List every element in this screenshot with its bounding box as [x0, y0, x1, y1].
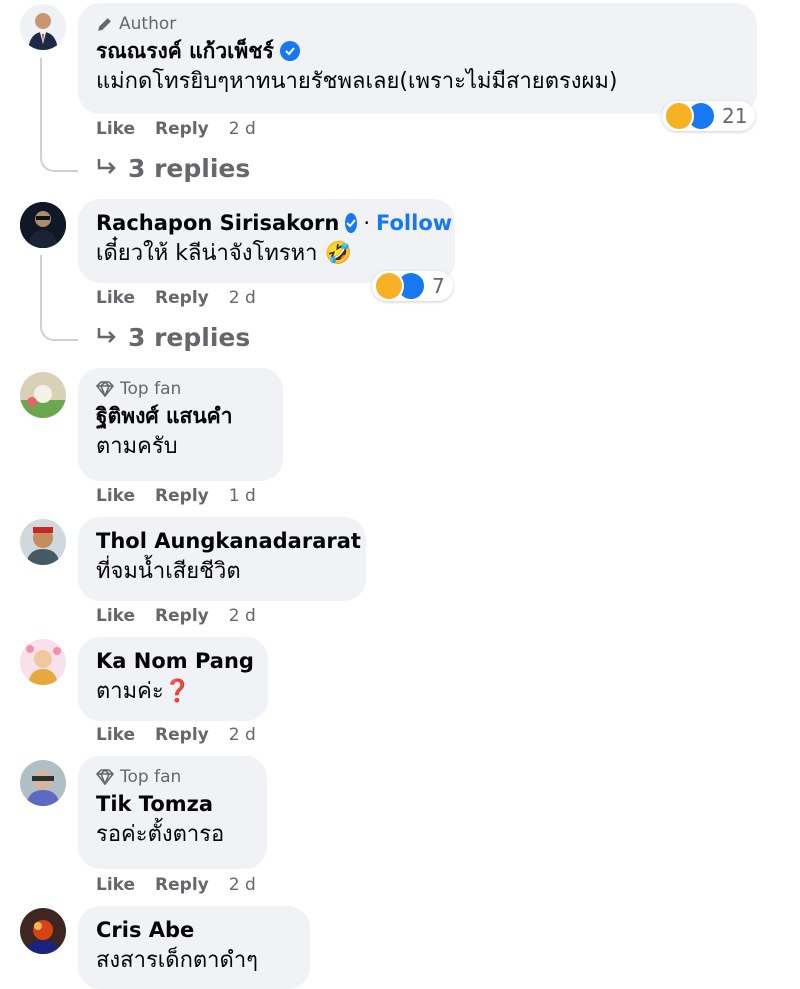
avatar[interactable] — [20, 4, 66, 50]
comment-bubble: Thol Aungkanadararat ที่จมน้ำเสียชีวิต — [78, 517, 366, 601]
comment-bubble: Top fan ฐิติพงศ์ แสนคำ ตามครับ — [78, 368, 283, 481]
reply-arrow-icon — [96, 323, 118, 352]
reply-button[interactable]: Reply — [155, 723, 209, 747]
badge-label: Top fan — [120, 379, 182, 399]
avatar[interactable] — [20, 908, 66, 954]
like-button[interactable]: Like — [96, 873, 135, 897]
diamond-icon — [96, 381, 114, 397]
reaction-count: 21 — [722, 104, 748, 128]
follow-button[interactable]: Follow — [376, 208, 452, 238]
comment-text: แม่กดโทรยิบๆหาทนายรัชพลเลย(เพราะไม่มีสาย… — [96, 69, 618, 94]
commenter-name[interactable]: Rachapon Sirisakorn — [96, 208, 339, 238]
comment-bubble: Author รณณรงค์ แก้วเพ็ชร์ แม่กดโทรยิบๆหา… — [78, 3, 757, 114]
view-replies-link[interactable]: 3 replies — [96, 321, 250, 353]
badge-label: Author — [119, 14, 177, 34]
reaction-summary[interactable]: 21 — [662, 101, 756, 131]
reply-button[interactable]: Reply — [155, 117, 209, 141]
like-button[interactable]: Like — [96, 604, 135, 628]
separator-dot: · — [363, 211, 371, 235]
avatar[interactable] — [20, 202, 66, 248]
like-button[interactable]: Like — [96, 484, 135, 508]
commenter-name[interactable]: ฐิติพงศ์ แสนคำ — [96, 401, 233, 431]
timestamp[interactable]: 2 d — [229, 873, 256, 897]
verified-check-icon — [345, 213, 358, 233]
avatar[interactable] — [20, 519, 66, 565]
timestamp[interactable]: 2 d — [229, 117, 256, 141]
badge-label: Top fan — [120, 767, 182, 787]
reply-button[interactable]: Reply — [155, 286, 209, 310]
avatar[interactable] — [20, 372, 66, 418]
commenter-name[interactable]: Tik Tomza — [96, 789, 213, 819]
pencil-icon — [96, 16, 113, 33]
thread-line — [40, 58, 78, 172]
comment-text: สงสารเด็กตาดำๆ — [96, 948, 258, 973]
haha-reaction-icon — [664, 101, 694, 131]
comment-bubble: Top fan Tik Tomza รอค่ะตั้งตารอ — [78, 756, 267, 869]
timestamp[interactable]: 2 d — [229, 286, 256, 310]
haha-reaction-icon — [374, 271, 404, 301]
reply-button[interactable]: Reply — [155, 873, 209, 897]
timestamp[interactable]: 2 d — [229, 723, 256, 747]
comment-bubble: Cris Abe สงสารเด็กตาดำๆ — [78, 906, 310, 989]
view-replies-link[interactable]: 3 replies — [96, 152, 250, 184]
comment-text: รอค่ะตั้งตารอ — [96, 822, 225, 847]
avatar[interactable] — [20, 639, 66, 685]
commenter-name[interactable]: Cris Abe — [96, 915, 194, 945]
avatar[interactable] — [20, 760, 66, 806]
diamond-icon — [96, 769, 114, 785]
reply-button[interactable]: Reply — [155, 484, 209, 508]
comment-bubble: Ka Nom Pang ตามค่ะ❓ — [78, 637, 268, 721]
replies-count-label: 3 replies — [128, 322, 251, 352]
comment-text: เดี๋ยวให้ kลีน่าจังโทรหา 🤣 — [96, 241, 352, 266]
commenter-name[interactable]: รณณรงค์ แก้วเพ็ชร์ — [96, 36, 274, 66]
reaction-summary[interactable]: 7 — [372, 271, 453, 301]
top-fan-badge: Top fan — [96, 377, 265, 401]
comment-text: ตามค่ะ❓ — [96, 679, 192, 704]
comment-text: ที่จมน้ำเสียชีวิต — [96, 559, 241, 584]
timestamp[interactable]: 2 d — [229, 604, 256, 628]
like-button[interactable]: Like — [96, 286, 135, 310]
reaction-count: 7 — [432, 274, 445, 298]
reply-button[interactable]: Reply — [155, 604, 209, 628]
replies-count-label: 3 replies — [128, 153, 251, 183]
author-badge: Author — [96, 12, 739, 36]
comment-text: ตามครับ — [96, 434, 178, 459]
thread-line — [40, 255, 78, 341]
commenter-name[interactable]: Ka Nom Pang — [96, 646, 254, 676]
commenter-name[interactable]: Thol Aungkanadararat — [96, 526, 361, 556]
like-button[interactable]: Like — [96, 723, 135, 747]
reply-arrow-icon — [96, 154, 118, 183]
like-button[interactable]: Like — [96, 117, 135, 141]
verified-check-icon — [279, 41, 300, 61]
timestamp[interactable]: 1 d — [229, 484, 256, 508]
top-fan-badge: Top fan — [96, 765, 249, 789]
